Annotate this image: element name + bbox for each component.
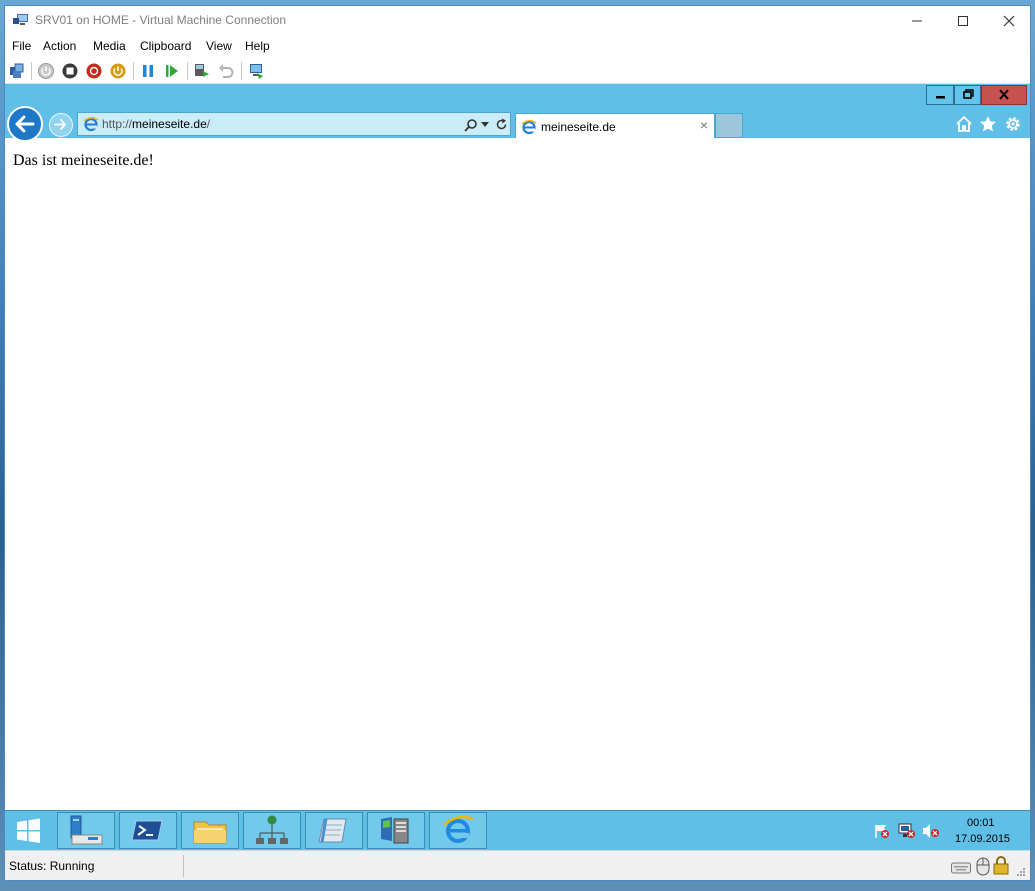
keyboard-icon (951, 862, 971, 874)
toolbar-separator (31, 62, 32, 80)
status-separator (183, 855, 184, 877)
search-icon[interactable] (464, 118, 478, 132)
taskbar-notepad[interactable] (305, 812, 363, 849)
gear-icon[interactable] (1003, 114, 1023, 134)
clock-time[interactable]: 00:01 (967, 817, 995, 829)
menu-media[interactable]: Media (93, 39, 126, 53)
ie-browser-frame: http://meineseite.de/ meineseite.de × (5, 84, 1030, 142)
resume-icon[interactable] (163, 62, 181, 80)
status-text: Status: Running (9, 859, 95, 873)
guest-taskbar: 00:01 17.09.2015 (5, 810, 1030, 850)
new-tab-button[interactable] (715, 113, 743, 138)
address-scheme: http:// (102, 117, 133, 131)
vm-connection-icon (13, 14, 28, 25)
enhanced-session-icon[interactable] (247, 62, 265, 80)
taskbar-network[interactable] (243, 812, 301, 849)
ctrl-alt-del-icon[interactable] (8, 62, 26, 80)
close-icon (1003, 15, 1015, 27)
toolbar-separator (241, 62, 242, 80)
arrow-right-icon (54, 119, 66, 130)
refresh-icon[interactable] (495, 118, 508, 131)
address-text: http://meineseite.de/ (102, 117, 210, 131)
guest-minimize-button[interactable] (926, 85, 954, 105)
home-icon[interactable] (954, 114, 974, 134)
menu-bar: File Action Media Clipboard View Help (5, 36, 1030, 58)
taskbar-powershell[interactable] (119, 812, 177, 849)
checkpoint-icon[interactable] (193, 62, 211, 80)
title-bar[interactable]: SRV01 on HOME - Virtual Machine Connecti… (5, 6, 1030, 36)
status-bar: Status: Running (5, 850, 1030, 880)
lock-icon (993, 856, 1009, 875)
maximize-button[interactable] (940, 6, 986, 36)
menu-view[interactable]: View (206, 39, 232, 53)
powershell-icon (131, 820, 163, 841)
forward-button[interactable] (49, 113, 73, 137)
menu-help[interactable]: Help (245, 39, 270, 53)
taskbar-server-manager[interactable] (57, 812, 115, 849)
network-status-icon[interactable] (898, 823, 916, 839)
maximize-icon (958, 16, 968, 26)
tab-title: meineseite.de (541, 120, 616, 134)
notepad-icon (318, 818, 347, 843)
close-button[interactable] (986, 6, 1032, 36)
taskbar-internet-explorer[interactable] (429, 812, 487, 849)
taskbar-hyperv-manager[interactable] (367, 812, 425, 849)
taskbar-file-explorer[interactable] (181, 812, 239, 849)
address-bar[interactable]: http://meineseite.de/ (77, 112, 511, 136)
window-title: SRV01 on HOME - Virtual Machine Connecti… (35, 13, 287, 27)
server-manager-icon (70, 815, 103, 845)
guest-close-button[interactable] (981, 85, 1027, 105)
vm-connection-window: SRV01 on HOME - Virtual Machine Connecti… (4, 5, 1031, 881)
tab-close-button[interactable]: × (700, 117, 708, 133)
menu-action[interactable]: Action (43, 39, 76, 53)
windows-logo-icon (17, 818, 40, 843)
turn-off-icon[interactable] (61, 62, 79, 80)
hyperv-manager-icon (381, 817, 409, 844)
volume-muted-icon[interactable] (922, 823, 940, 839)
save-state-icon[interactable] (109, 62, 127, 80)
guest-screen[interactable]: http://meineseite.de/ meineseite.de × Da… (5, 84, 1030, 850)
menu-file[interactable]: File (12, 39, 31, 53)
favorites-star-icon[interactable] (978, 114, 998, 134)
guest-restore-button[interactable] (954, 85, 981, 105)
clock-date[interactable]: 17.09.2015 (955, 833, 1010, 845)
folder-icon (193, 821, 227, 844)
chevron-down-icon[interactable] (481, 122, 489, 128)
restore-icon (963, 89, 974, 99)
back-button[interactable] (7, 106, 43, 142)
toolbar (5, 58, 1030, 84)
ie-page-icon (83, 117, 99, 132)
address-path: / (206, 117, 211, 131)
start-button[interactable] (5, 811, 53, 850)
minimize-icon (912, 20, 922, 22)
menu-clipboard[interactable]: Clipboard (140, 39, 191, 53)
tab-meineseite[interactable]: meineseite.de × (515, 113, 715, 138)
mouse-icon (976, 857, 990, 876)
toolbar-separator (133, 62, 134, 80)
ie-logo-icon (443, 815, 474, 843)
action-center-flag-icon[interactable] (873, 823, 891, 839)
network-icon (256, 815, 288, 844)
minimize-icon (936, 96, 945, 99)
resize-grip-icon[interactable] (1016, 867, 1026, 877)
minimize-button[interactable] (894, 6, 940, 36)
toolbar-separator (187, 62, 188, 80)
shut-down-icon[interactable] (85, 62, 103, 80)
address-host: meineseite.de (132, 117, 207, 131)
close-icon (999, 89, 1009, 100)
start-vm-icon[interactable] (37, 62, 55, 80)
pause-icon[interactable] (139, 62, 157, 80)
arrow-left-icon (15, 115, 35, 133)
ie-page-icon (521, 120, 537, 135)
page-body-text: Das ist meineseite.de! (13, 152, 154, 169)
revert-icon[interactable] (217, 62, 235, 80)
